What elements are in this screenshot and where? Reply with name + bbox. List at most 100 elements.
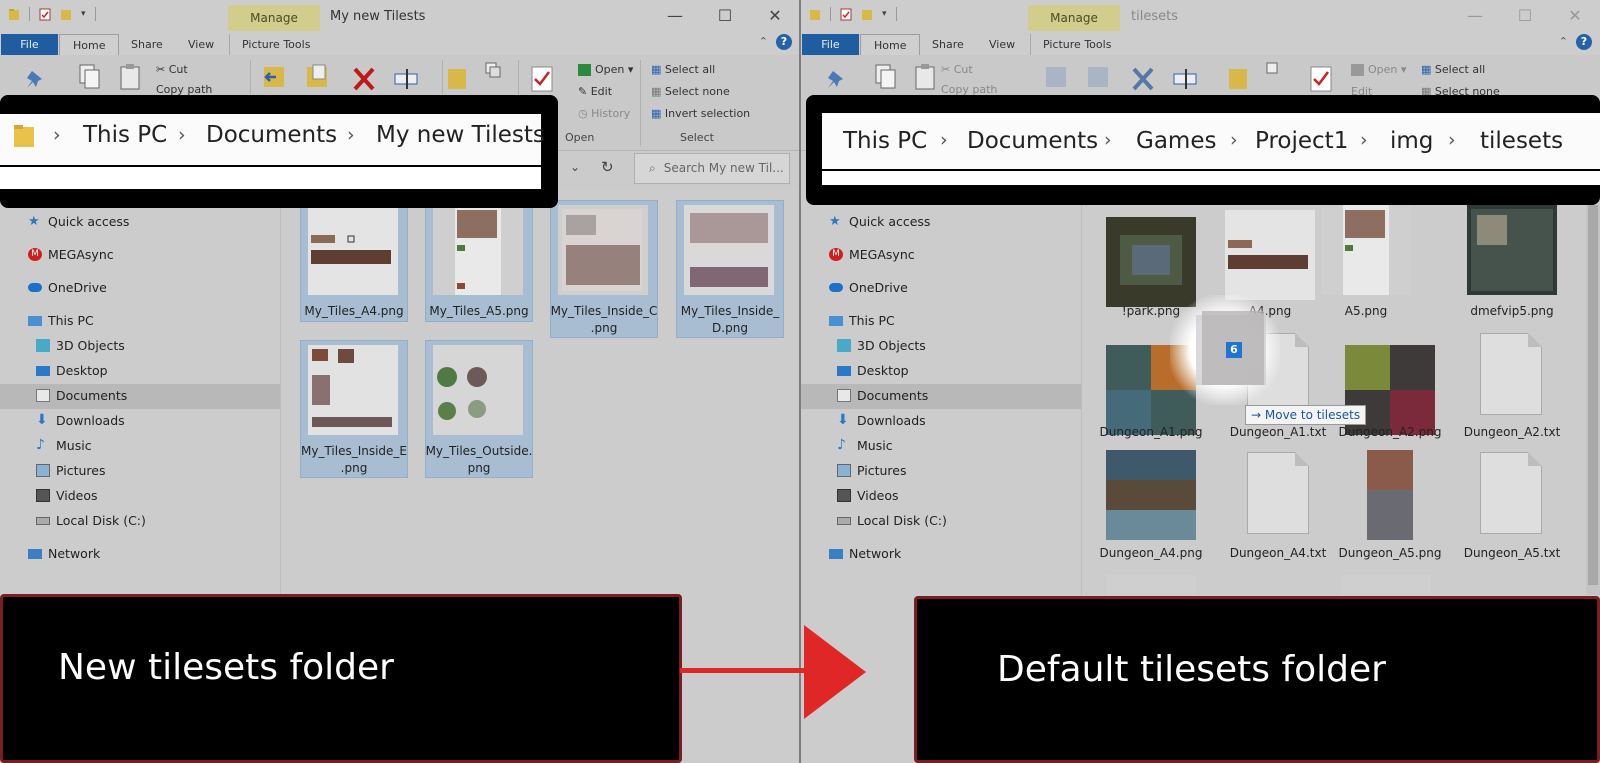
nav-3d-objects[interactable]: 3D Objects (837, 338, 926, 353)
rename-icon[interactable] (394, 65, 418, 93)
new-item-icon[interactable] (484, 61, 502, 79)
nav-this-pc[interactable]: This PC (28, 313, 94, 328)
tab-file[interactable]: File (802, 34, 859, 55)
nav-documents[interactable]: Documents (36, 388, 127, 403)
scrollbar[interactable] (1586, 205, 1600, 595)
nav-this-pc[interactable]: This PC (829, 313, 895, 328)
file-thumbnail[interactable] (1106, 450, 1196, 540)
copy-icon[interactable] (873, 63, 897, 91)
nav-megasync[interactable]: M MEGAsync (28, 247, 114, 262)
breadcrumb-item[interactable]: img (1390, 128, 1433, 154)
scrollbar-thumb[interactable] (1588, 205, 1598, 585)
select-all-button[interactable]: ▦ Select all (1421, 63, 1485, 76)
paste-icon[interactable] (118, 63, 142, 91)
help-icon[interactable]: ? (1576, 34, 1592, 50)
pin-icon[interactable] (825, 67, 849, 95)
invert-selection-button[interactable]: ▦ Invert selection (651, 107, 750, 120)
customize-qat-icon[interactable]: ▾ (882, 9, 887, 19)
search-input[interactable]: ⌕ Search My new Til... (634, 153, 790, 184)
folder-icon[interactable] (8, 7, 20, 21)
nav-onedrive[interactable]: OneDrive (829, 280, 908, 295)
breadcrumb-item[interactable]: tilesets (1480, 128, 1563, 154)
dropdown-chevron-icon[interactable]: ⌄ (570, 160, 580, 174)
breadcrumb-item[interactable]: Project1 (1255, 128, 1348, 154)
nav-pictures[interactable]: Pictures (36, 463, 106, 478)
minimize-button[interactable]: — (650, 0, 700, 31)
nav-onedrive[interactable]: OneDrive (28, 280, 107, 295)
nav-network[interactable]: Network (829, 546, 901, 561)
text-file-icon[interactable] (1480, 452, 1542, 534)
breadcrumb-item[interactable]: Games (1136, 128, 1216, 154)
new-folder-big-icon[interactable] (446, 63, 470, 91)
properties-big-icon[interactable] (1309, 65, 1333, 93)
tab-file[interactable]: File (1, 34, 58, 55)
collapse-ribbon-icon[interactable]: ⌃ (759, 35, 768, 48)
nav-downloads[interactable]: ⬇ Downloads (36, 413, 125, 428)
nav-music[interactable]: ♪ Music (837, 438, 893, 453)
delete-icon[interactable] (1131, 65, 1155, 93)
edit-button[interactable]: ✎ Edit (578, 85, 612, 98)
paste-icon[interactable] (913, 63, 937, 91)
maximize-button[interactable]: ☐ (1500, 0, 1550, 31)
file-thumbnail[interactable] (1341, 575, 1431, 595)
text-file-icon[interactable] (1247, 452, 1309, 534)
copy-to-icon[interactable] (305, 63, 329, 91)
tab-picture-tools[interactable]: Picture Tools (1030, 34, 1111, 55)
close-button[interactable]: ✕ (1550, 0, 1600, 31)
file-thumbnail[interactable] (1321, 205, 1411, 295)
file-thumbnail[interactable] (1106, 575, 1196, 595)
maximize-button[interactable]: ☐ (700, 0, 750, 31)
new-folder-big-icon[interactable] (1227, 63, 1251, 91)
file-thumbnail[interactable] (1225, 210, 1315, 300)
nav-videos[interactable]: Videos (36, 488, 98, 503)
collapse-ribbon-icon[interactable]: ⌃ (1559, 35, 1568, 48)
text-file-icon[interactable] (1480, 333, 1542, 415)
cut-button[interactable]: ✂ Cut (156, 63, 188, 76)
new-item-icon[interactable] (1265, 61, 1283, 79)
folder-icon[interactable] (809, 7, 821, 21)
nav-desktop[interactable]: Desktop (36, 363, 108, 378)
nav-local-disk[interactable]: Local Disk (C:) (36, 513, 146, 528)
breadcrumb-item[interactable]: Documents (967, 128, 1098, 154)
breadcrumb-item[interactable]: This PC (843, 128, 927, 154)
tab-share[interactable]: Share (932, 34, 964, 55)
breadcrumb-item[interactable]: Documents (206, 122, 337, 148)
breadcrumb-item[interactable]: This PC (83, 122, 167, 148)
cut-button[interactable]: ✂ Cut (941, 63, 973, 76)
refresh-icon[interactable]: ↻ (601, 158, 614, 176)
select-all-button[interactable]: ▦ Select all (651, 63, 715, 76)
nav-desktop[interactable]: Desktop (837, 363, 909, 378)
nav-videos[interactable]: Videos (837, 488, 899, 503)
file-thumbnail[interactable] (1106, 217, 1196, 307)
new-folder-icon[interactable] (60, 7, 72, 21)
file-thumbnail[interactable] (1367, 450, 1413, 540)
copy-to-icon[interactable] (1086, 63, 1110, 91)
nav-quick-access[interactable]: ★ Quick access (28, 214, 129, 229)
select-none-button[interactable]: ▦ Select none (651, 85, 730, 98)
nav-documents[interactable]: Documents (837, 388, 928, 403)
nav-downloads[interactable]: ⬇ Downloads (837, 413, 926, 428)
tab-home[interactable]: Home (59, 34, 120, 55)
tab-view[interactable]: View (188, 34, 214, 55)
minimize-button[interactable]: — (1450, 0, 1500, 31)
history-button[interactable]: ◷ History (578, 107, 630, 120)
move-to-icon[interactable] (262, 63, 286, 91)
nav-network[interactable]: Network (28, 546, 100, 561)
rename-icon[interactable] (1173, 65, 1197, 93)
copy-icon[interactable] (77, 63, 101, 91)
move-to-icon[interactable] (1044, 63, 1068, 91)
customize-qat-icon[interactable]: ▾ (81, 9, 86, 19)
new-folder-icon[interactable] (861, 7, 873, 21)
tab-home[interactable]: Home (860, 34, 921, 55)
nav-quick-access[interactable]: ★ Quick access (829, 214, 930, 229)
help-icon[interactable]: ? (776, 34, 792, 50)
properties-icon[interactable] (39, 7, 51, 21)
delete-icon[interactable] (352, 65, 376, 93)
tab-share[interactable]: Share (131, 34, 163, 55)
nav-pictures[interactable]: Pictures (837, 463, 907, 478)
open-button[interactable]: Open ▾ (1351, 63, 1406, 76)
properties-big-icon[interactable] (530, 65, 554, 93)
tab-view[interactable]: View (989, 34, 1015, 55)
close-button[interactable]: ✕ (750, 0, 800, 31)
properties-icon[interactable] (840, 7, 852, 21)
